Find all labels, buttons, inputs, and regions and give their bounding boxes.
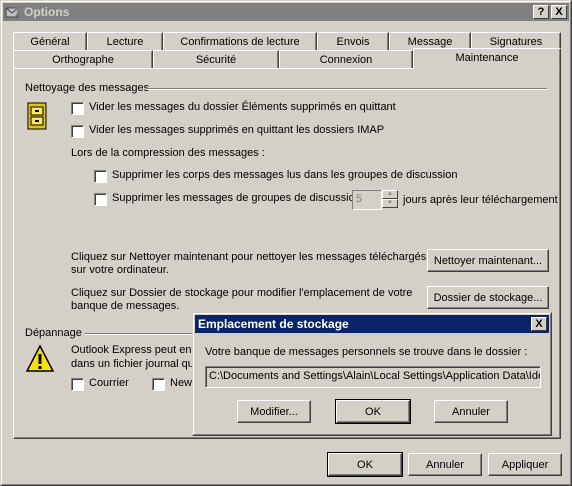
modify-button[interactable]: Modifier...: [237, 400, 311, 423]
empty-deleted-items-checkbox[interactable]: [71, 102, 84, 115]
troubleshoot-divider: [85, 333, 195, 335]
warning-icon: [25, 344, 55, 374]
log-mail-checkbox[interactable]: [71, 378, 84, 391]
remove-newsgroup-messages-checkbox[interactable]: [94, 193, 107, 206]
cleanup-divider: [147, 88, 547, 90]
remove-read-bodies-label: Supprimer les corps des messages lus dan…: [112, 169, 458, 181]
store-folder-button[interactable]: Dossier de stockage...: [427, 286, 549, 309]
cabinet-icon: [25, 101, 49, 133]
storage-dialog-title: Emplacement de stockage: [198, 317, 349, 331]
days-input[interactable]: 5: [352, 190, 382, 210]
remove-read-bodies-checkbox[interactable]: [94, 170, 107, 183]
storage-ok-button[interactable]: OK: [335, 399, 411, 424]
purge-imap-label: Vider les messages supprimés en quittant…: [89, 124, 385, 136]
store-text-1: Cliquez sur Dossier de stockage pour mod…: [71, 287, 413, 299]
days-spinner[interactable]: ▲ ▼: [382, 190, 398, 208]
remove-newsgroup-messages-label: Supprimer les messages de groupes de dis…: [112, 192, 361, 204]
compress-label: Lors de la compression des messages :: [71, 147, 265, 159]
storage-label: Votre banque de messages personnels se t…: [205, 346, 528, 358]
days-suffix: jours après leur téléchargement: [403, 194, 558, 206]
storage-path-field[interactable]: C:\Documents and Settings\Alain\Local Se…: [205, 366, 541, 388]
store-text-2: banque de messages.: [71, 300, 180, 312]
troubleshoot-heading: Dépannage: [25, 327, 82, 339]
spin-down-icon[interactable]: ▼: [382, 199, 398, 208]
troubleshoot-text-1: Outlook Express peut enre: [71, 344, 202, 356]
storage-title-bar: Emplacement de stockage X: [195, 315, 549, 333]
purge-imap-checkbox[interactable]: [71, 125, 84, 138]
spin-up-icon[interactable]: ▲: [382, 190, 398, 199]
log-mail-label: Courrier: [89, 377, 129, 389]
clean-now-button[interactable]: Nettoyer maintenant...: [427, 249, 549, 272]
cleanup-heading: Nettoyage des messages: [25, 82, 150, 94]
storage-location-dialog: Emplacement de stockage X Votre banque d…: [192, 312, 552, 436]
storage-cancel-button[interactable]: Annuler: [434, 400, 508, 423]
clean-text-2: sur votre ordinateur.: [71, 264, 169, 276]
troubleshoot-text-2: dans un fichier journal qu: [71, 358, 194, 370]
log-news-checkbox[interactable]: [152, 378, 165, 391]
clean-text-1: Cliquez sur Nettoyer maintenant pour net…: [71, 251, 427, 263]
empty-deleted-items-label: Vider les messages du dossier Éléments s…: [89, 101, 396, 113]
storage-close-button[interactable]: X: [531, 317, 547, 331]
